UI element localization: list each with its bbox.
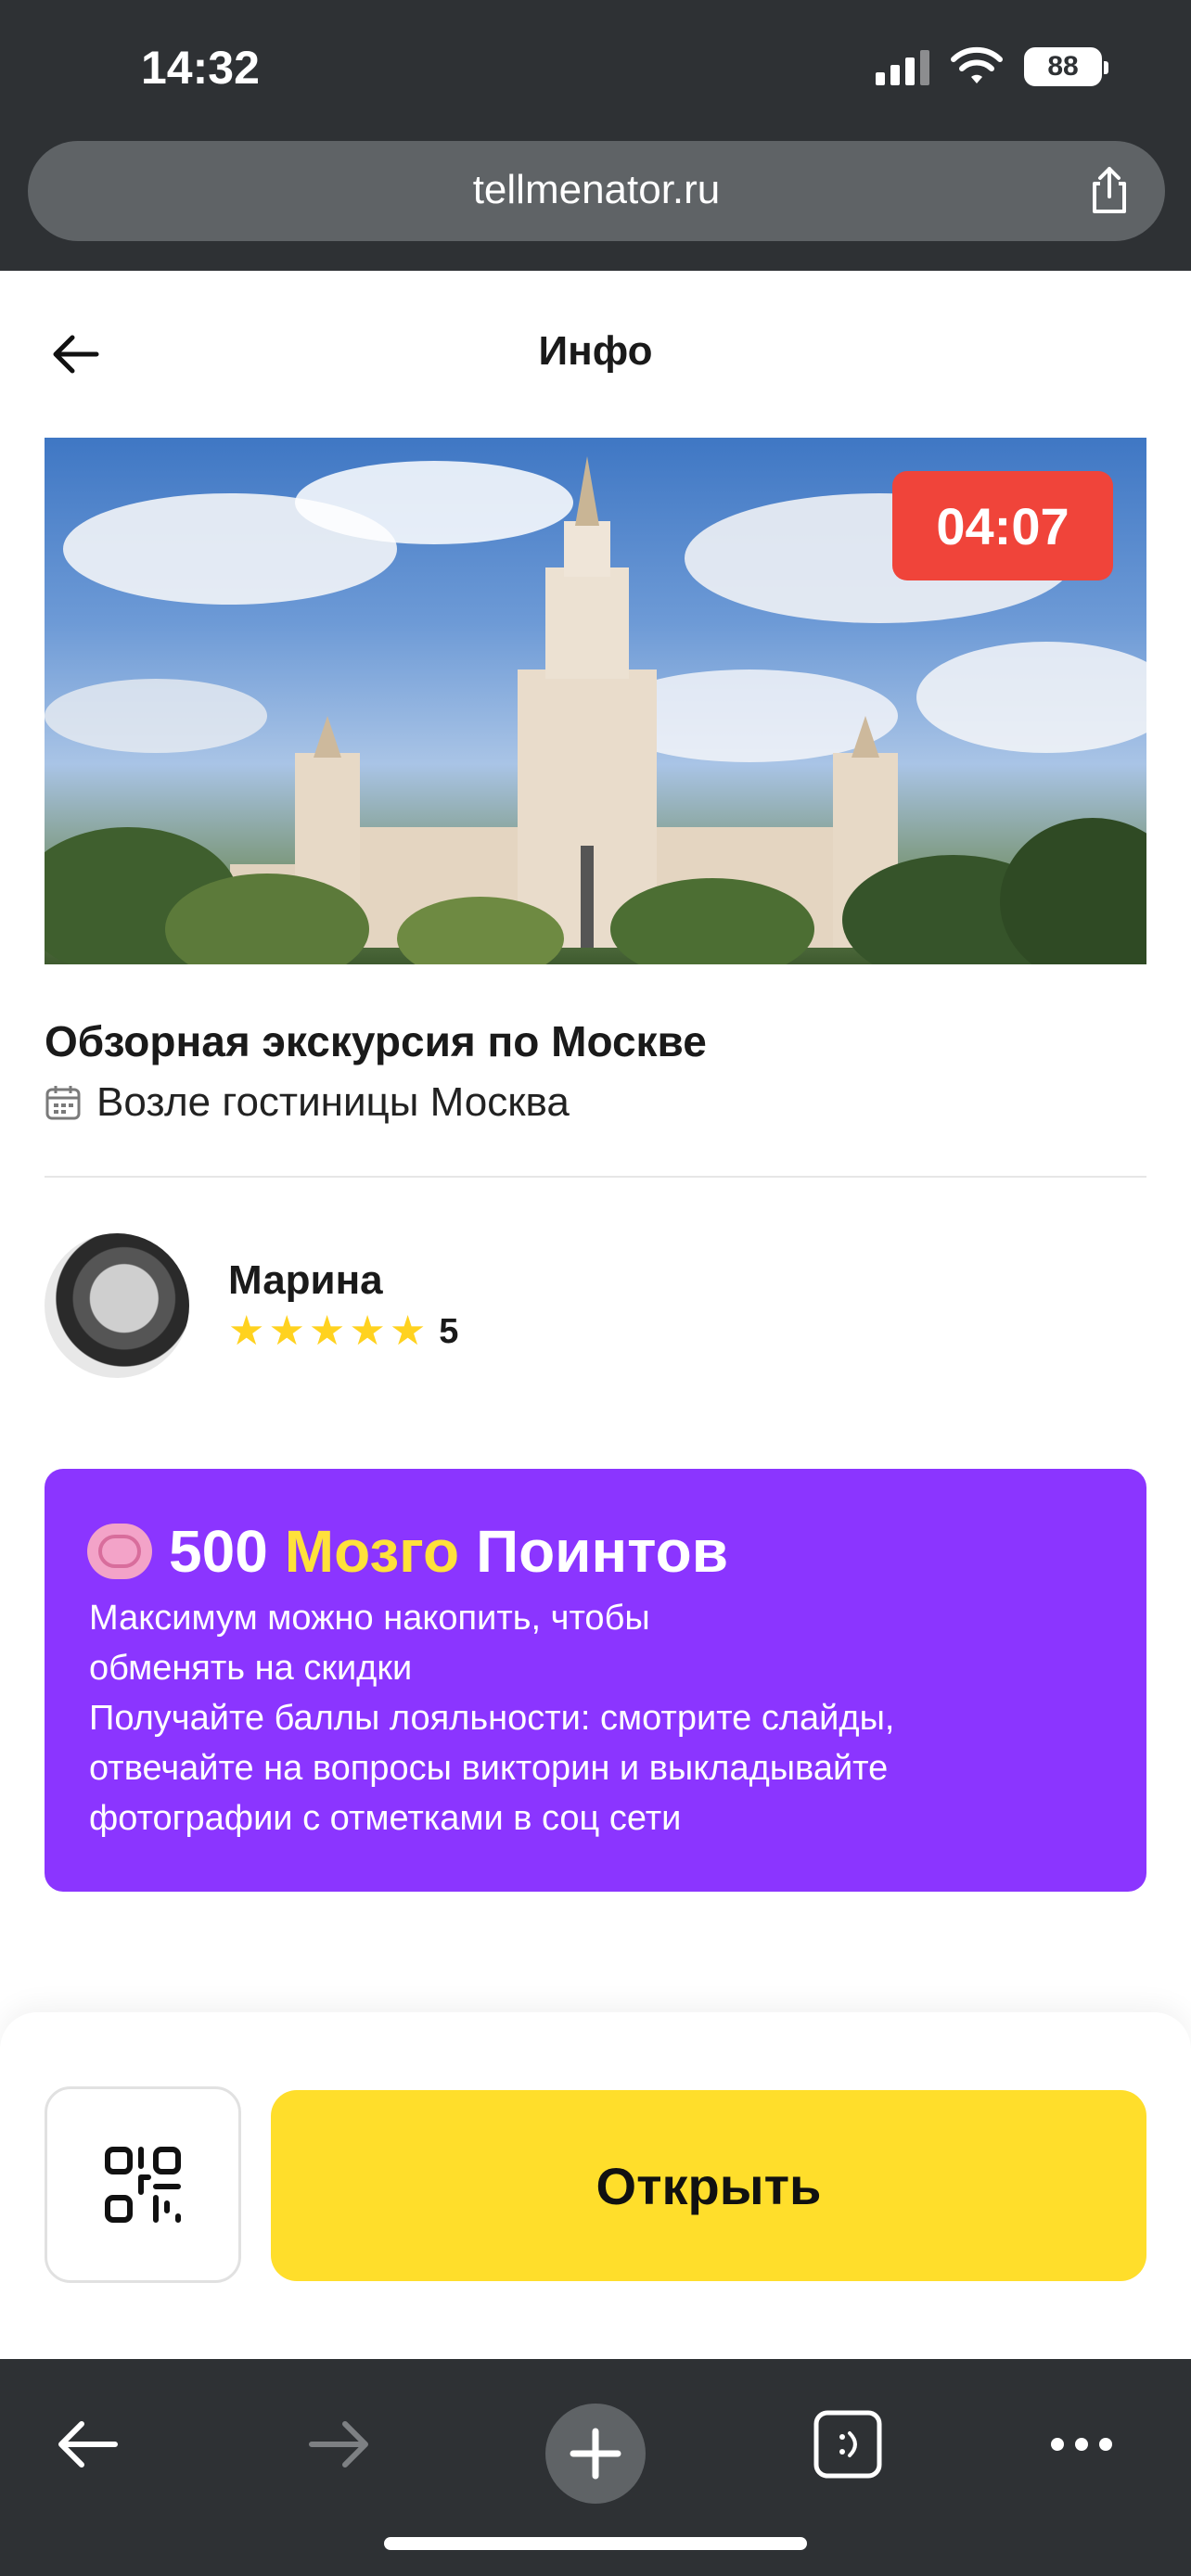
star-icon: ★ [349, 1308, 386, 1354]
calendar-icon [45, 1086, 81, 1120]
tour-photo: 04:07 [45, 438, 1146, 964]
home-indicator [384, 2537, 807, 2550]
brain-icon [87, 1524, 152, 1579]
guide-card[interactable]: Марина ★ ★ ★ ★ ★ 5 [45, 1233, 1146, 1382]
status-time: 14:32 [141, 42, 260, 94]
promo-line: отвечайте на вопросы викторин и выкладыв… [89, 1749, 889, 1788]
promo-description: Максимум можно накопить, чтобы обменять … [89, 1593, 1109, 1843]
status-bar: 14:32 88 [0, 0, 1191, 139]
tour-title: Обзорная экскурсия по Москве [45, 1017, 707, 1065]
promo-amount: 500 [169, 1518, 268, 1585]
bottom-action-bar: Открыть [0, 2012, 1191, 2359]
rating-value: 5 [439, 1311, 459, 1351]
promo-line: Получайте баллы лояльности: смотрите сла… [89, 1699, 895, 1738]
qr-code-button[interactable] [45, 2086, 241, 2283]
battery-level: 88 [1047, 51, 1079, 82]
promo-line: Максимум можно накопить, чтобы [89, 1599, 650, 1638]
wifi-icon [951, 46, 1003, 83]
browser-back-icon[interactable] [50, 2407, 124, 2481]
new-tab-button[interactable] [545, 2404, 646, 2504]
browser-bottom-bar [0, 2359, 1191, 2576]
status-icons: 88 [876, 46, 1108, 87]
share-icon[interactable] [1082, 163, 1137, 219]
plus-icon [570, 2428, 621, 2480]
address-bar[interactable]: tellmenator.ru [28, 141, 1165, 241]
countdown-timer: 04:07 [892, 471, 1113, 580]
star-icon: ★ [268, 1308, 305, 1354]
divider [45, 1176, 1146, 1178]
more-icon[interactable] [1044, 2407, 1119, 2481]
signal-icon [876, 48, 929, 85]
page-header: Инфо [0, 271, 1191, 438]
promo-suffix: Поинтов [476, 1518, 729, 1585]
qr-code-icon [105, 2147, 181, 2223]
promo-line: фотографии с отметками в соц сети [89, 1799, 682, 1838]
battery-icon: 88 [1024, 47, 1108, 86]
promo-line: обменять на скидки [89, 1649, 413, 1688]
loyalty-promo-card: 500 Мозго Поинтов Максимум можно накопит… [45, 1469, 1146, 1892]
open-button[interactable]: Открыть [271, 2090, 1146, 2281]
tabs-icon[interactable] [811, 2407, 885, 2481]
guide-rating: ★ ★ ★ ★ ★ 5 [228, 1311, 458, 1352]
avatar [45, 1233, 189, 1378]
url-text: tellmenator.ru [472, 167, 721, 212]
browser-forward-icon[interactable] [302, 2407, 377, 2481]
guide-name: Марина [228, 1257, 383, 1303]
location-text: Возле гостиницы Москва [96, 1079, 570, 1125]
star-icon: ★ [389, 1308, 427, 1354]
star-icon: ★ [308, 1308, 346, 1354]
promo-title: 500 Мозго Поинтов [87, 1517, 728, 1586]
page-title: Инфо [538, 328, 653, 374]
tour-location: Возле гостиницы Москва [45, 1079, 570, 1126]
promo-brand: Мозго [284, 1518, 460, 1585]
star-icon: ★ [228, 1308, 265, 1354]
